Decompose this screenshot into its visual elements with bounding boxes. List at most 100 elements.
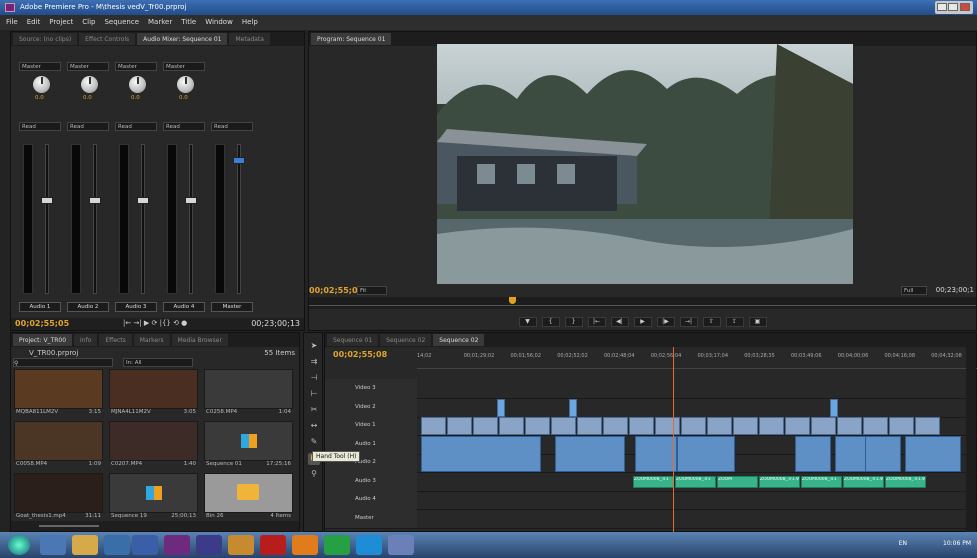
step-forward-button[interactable]: |▶ xyxy=(656,317,675,327)
tab-source[interactable]: Source: (no clips) xyxy=(13,33,78,45)
close-button[interactable] xyxy=(960,3,970,11)
track-header[interactable]: Audio 3 xyxy=(325,471,417,491)
track-header[interactable]: Video 2 xyxy=(325,397,417,417)
go-to-out-button[interactable]: →| xyxy=(679,317,698,327)
pan-value[interactable]: 0.0 xyxy=(131,95,140,101)
program-resolution-dropdown[interactable]: Full xyxy=(901,286,927,295)
pan-knob[interactable] xyxy=(129,76,146,93)
program-fit-dropdown[interactable]: Fit xyxy=(357,286,387,295)
tab-sequence-02b[interactable]: Sequence 02 xyxy=(433,334,485,346)
project-item[interactable]: Sequence 19 25;00;13 xyxy=(109,473,198,519)
extract-button[interactable]: ⇪ xyxy=(725,317,744,327)
audio-clip-green[interactable]: ZOOM0008_Tr1 xyxy=(633,475,674,488)
bin-thumbnail[interactable] xyxy=(204,473,293,513)
automation-dropdown[interactable]: Read xyxy=(211,122,253,131)
audio-clip-green[interactable]: ZOOM xyxy=(717,475,758,488)
menu-project[interactable]: Project xyxy=(49,18,73,30)
video-clip[interactable] xyxy=(759,417,784,435)
audio-clip-green[interactable]: ZOOM0008_Tr1 xyxy=(675,475,716,488)
output-dropdown[interactable]: Master xyxy=(115,62,157,71)
project-search-scope[interactable]: In: All xyxy=(123,358,193,367)
menu-help[interactable]: Help xyxy=(242,18,258,30)
tab-program[interactable]: Program: Sequence 01 xyxy=(311,33,392,45)
track-header[interactable]: Master xyxy=(325,508,417,528)
volume-fader-handle[interactable] xyxy=(233,157,245,164)
mark-out-button[interactable]: } xyxy=(564,317,583,327)
video-clip[interactable] xyxy=(915,417,940,435)
zoom-slider[interactable] xyxy=(39,525,99,527)
pan-knob[interactable] xyxy=(177,76,194,93)
taskbar-media-icon[interactable] xyxy=(104,535,130,555)
tab-audio-mixer[interactable]: Audio Mixer: Sequence 01 xyxy=(137,33,228,45)
video-clip[interactable] xyxy=(499,417,524,435)
project-item[interactable]: Sequence 01 17;25;16 xyxy=(204,421,293,467)
output-dropdown[interactable]: Master xyxy=(19,62,61,71)
clip-thumbnail[interactable] xyxy=(14,421,103,461)
clip-thumbnail[interactable] xyxy=(109,369,198,409)
pan-value[interactable]: 0.0 xyxy=(83,95,92,101)
video-clip[interactable] xyxy=(655,417,680,435)
audio-clip-green[interactable]: ZOOM0008_Tr1 xyxy=(801,475,842,488)
slip-tool-icon[interactable]: ↔ xyxy=(308,421,320,433)
tab-sequence-02a[interactable]: Sequence 02 xyxy=(380,334,432,346)
maximize-button[interactable] xyxy=(948,3,958,11)
video-clip[interactable] xyxy=(473,417,498,435)
project-item[interactable]: C0258.MP4 1:04 xyxy=(204,369,293,415)
tab-media-browser[interactable]: Media Browser xyxy=(171,334,228,346)
menu-edit[interactable]: Edit xyxy=(27,18,41,30)
tab-markers[interactable]: Markers xyxy=(133,334,170,346)
track-header[interactable]: Video 1 xyxy=(325,416,417,435)
menu-file[interactable]: File xyxy=(6,18,18,30)
go-to-in-button[interactable]: |← xyxy=(587,317,606,327)
menu-marker[interactable]: Marker xyxy=(148,18,172,30)
volume-fader-handle[interactable] xyxy=(89,197,101,204)
tab-effects[interactable]: Effects xyxy=(99,334,132,346)
rolling-edit-tool-icon[interactable]: ⊢ xyxy=(308,389,320,401)
volume-fader-handle[interactable] xyxy=(41,197,53,204)
clip-thumbnail[interactable] xyxy=(204,369,293,409)
video-clip[interactable] xyxy=(577,417,602,435)
video-clip[interactable] xyxy=(629,417,654,435)
video-clip[interactable] xyxy=(889,417,914,435)
clip-thumbnail[interactable] xyxy=(14,473,103,513)
pan-value[interactable]: 0.0 xyxy=(35,95,44,101)
volume-fader-track[interactable] xyxy=(45,144,49,294)
audio-clip-green[interactable]: ZOOM0008_Tr1.WA xyxy=(885,475,926,488)
video-clip[interactable] xyxy=(421,417,446,435)
pan-knob[interactable] xyxy=(33,76,50,93)
output-dropdown[interactable]: Master xyxy=(163,62,205,71)
program-timecode[interactable]: 00;02;55;08 xyxy=(309,286,363,295)
minimize-button[interactable] xyxy=(937,3,947,11)
ripple-edit-tool-icon[interactable]: ⊣ xyxy=(308,373,320,385)
project-item[interactable]: MJNA4L11M2V 3:05 xyxy=(109,369,198,415)
video-clip[interactable] xyxy=(733,417,758,435)
pen-tool-icon[interactable]: ✎ xyxy=(308,437,320,449)
export-frame-button[interactable]: ▣ xyxy=(748,317,767,327)
video-clip[interactable] xyxy=(447,417,472,435)
mixer-timecode[interactable]: 00;02;55;05 xyxy=(15,319,69,328)
project-item[interactable]: C0207.MP4 1:40 xyxy=(109,421,198,467)
program-playhead-marker[interactable] xyxy=(509,297,517,304)
sequence-thumbnail[interactable] xyxy=(204,421,293,461)
play-button[interactable]: ▶ xyxy=(633,317,652,327)
volume-fader-handle[interactable] xyxy=(137,197,149,204)
tab-sequence-01[interactable]: Sequence 01 xyxy=(327,334,379,346)
timeline-timecode[interactable]: 00;02;55;08 xyxy=(333,350,387,359)
video-clip[interactable] xyxy=(811,417,836,435)
selection-tool-icon[interactable]: ➤ xyxy=(308,341,320,353)
clip-thumbnail[interactable] xyxy=(14,369,103,409)
time-ruler[interactable]: 14;02 00;01;29;02 00;01;56;02 00;02;52;02 00… xyxy=(417,351,977,369)
video-clip[interactable] xyxy=(603,417,628,435)
taskbar-premiere-icon[interactable] xyxy=(164,535,190,555)
program-scrubber[interactable] xyxy=(309,297,976,309)
marker-button[interactable]: ▼ xyxy=(518,317,537,327)
taskbar-vlc-icon[interactable] xyxy=(292,535,318,555)
volume-fader-handle[interactable] xyxy=(185,197,197,204)
zoom-tool-icon[interactable]: ⚲ xyxy=(308,469,320,481)
audio-clip-green[interactable]: ZOOM0008_Tr1.WA xyxy=(759,475,800,488)
track-header[interactable]: Audio 4 xyxy=(325,490,417,509)
tab-project[interactable]: Project: V_TR00 xyxy=(13,334,73,346)
menu-clip[interactable]: Clip xyxy=(82,18,95,30)
lift-button[interactable]: ⇧ xyxy=(702,317,721,327)
track-header[interactable]: Video 3 xyxy=(325,379,417,398)
